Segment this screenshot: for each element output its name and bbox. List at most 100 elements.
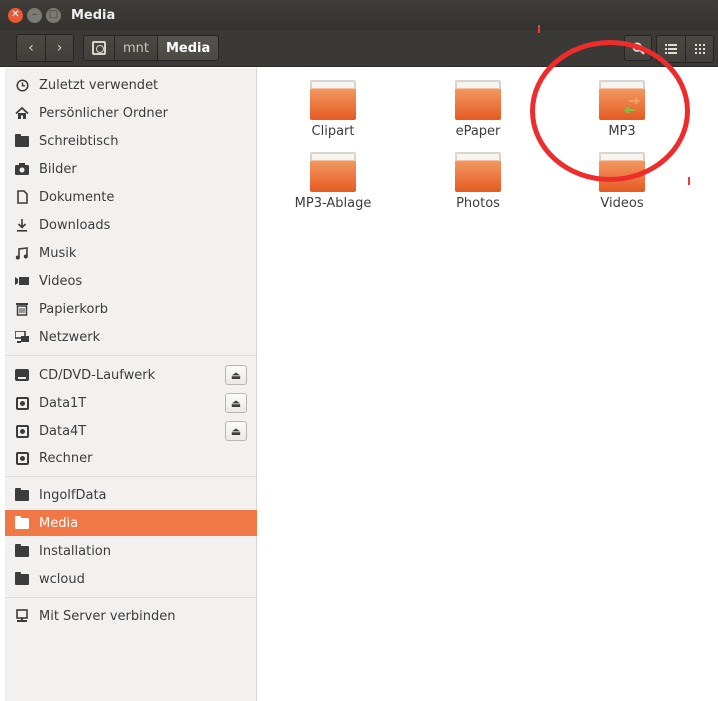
sidebar-item-label: Musik	[39, 245, 77, 261]
minimize-window-icon[interactable]: –	[27, 7, 42, 23]
sidebar-item-installation[interactable]: Installation	[5, 538, 257, 564]
sidebar-item-label: Bilder	[39, 161, 77, 177]
sidebar-item-label: Data4T	[39, 423, 87, 439]
drive-icon	[92, 41, 106, 55]
sidebar-item-computer[interactable]: Rechner	[5, 445, 257, 471]
drive-icon	[15, 396, 29, 410]
file-label: Videos	[600, 196, 644, 211]
breadcrumb: mnt Media	[83, 35, 220, 61]
sidebar-item-ingolfdata[interactable]: IngolfData	[5, 482, 257, 508]
back-button[interactable]: ‹	[17, 35, 45, 61]
eject-icon: ⏏	[230, 396, 242, 410]
folder-item-videos[interactable]: Videos	[557, 152, 687, 211]
document-icon	[15, 190, 29, 204]
sidebar-item-label: Mit Server verbinden	[39, 608, 176, 624]
sidebar-divider	[5, 476, 257, 477]
sidebar-item-label: IngolfData	[39, 487, 107, 503]
folder-item-epaper[interactable]: ePaper	[413, 80, 543, 139]
sidebar-item-wcloud[interactable]: wcloud	[5, 566, 257, 592]
folder-icon	[15, 487, 29, 502]
sidebar-item-label: Installation	[39, 543, 112, 559]
list-view-button[interactable]	[657, 36, 685, 62]
file-label: ePaper	[455, 124, 501, 139]
drive-icon	[15, 451, 29, 465]
annotation-mark	[538, 25, 540, 33]
breadcrumb-media[interactable]: Media	[157, 36, 219, 60]
view-toggle	[656, 35, 714, 63]
list-view-icon	[665, 44, 677, 54]
sidebar-item-label: Schreibtisch	[39, 133, 119, 149]
sidebar-item-network[interactable]: Netzwerk	[5, 324, 257, 350]
network-icon	[15, 330, 29, 344]
file-label: MP3	[608, 124, 636, 139]
sidebar-item-label: Downloads	[39, 217, 111, 233]
camera-icon	[15, 162, 29, 176]
sidebar-item-label: Rechner	[39, 450, 93, 466]
sidebar-item-label: Zuletzt verwendet	[39, 77, 159, 93]
folder-item-mp3-ablage[interactable]: MP3-Ablage	[268, 152, 398, 211]
sidebar-divider	[5, 597, 257, 598]
close-window-icon[interactable]: ✕	[8, 7, 23, 23]
sidebar-item-recent[interactable]: Zuletzt verwendet	[5, 72, 257, 98]
folder-icon	[15, 543, 29, 558]
navigation-buttons: ‹ ›	[16, 34, 74, 62]
sidebar-item-media[interactable]: Media	[5, 510, 257, 536]
sidebar-item-videos[interactable]: Videos	[5, 268, 257, 294]
eject-button[interactable]: ⏏	[225, 393, 247, 413]
clock-icon	[15, 78, 29, 92]
sidebar-item-label: Netzwerk	[39, 329, 101, 345]
sidebar-item-desktop[interactable]: Schreibtisch	[5, 128, 257, 154]
optical-drive-icon	[15, 368, 29, 382]
sidebar-divider	[5, 355, 257, 356]
sidebar-item-cd-dvd[interactable]: CD/DVD-Laufwerk ⏏	[5, 362, 257, 388]
sidebar-item-label: Persönlicher Ordner	[39, 105, 168, 121]
sidebar-item-trash[interactable]: Papierkorb	[5, 296, 257, 322]
chevron-left-icon: ‹	[28, 40, 34, 56]
folder-icon	[310, 80, 356, 120]
title-bar: ✕ – □ Media	[0, 0, 718, 30]
sidebar-item-label: Data1T	[39, 395, 87, 411]
sidebar-item-downloads[interactable]: Downloads	[5, 212, 257, 238]
sidebar-item-label: Dokumente	[39, 189, 115, 205]
file-label: Photos	[456, 196, 500, 211]
sidebar-item-documents[interactable]: Dokumente	[5, 184, 257, 210]
grid-view-button[interactable]	[685, 36, 713, 62]
maximize-window-icon[interactable]: □	[46, 7, 61, 23]
video-icon	[15, 274, 29, 288]
sidebar-item-music[interactable]: Musik	[5, 240, 257, 266]
sidebar-item-data4t[interactable]: Data4T ⏏	[5, 418, 257, 444]
file-label: MP3-Ablage	[294, 196, 372, 211]
folder-icon	[15, 571, 29, 586]
eject-icon: ⏏	[230, 368, 242, 382]
folder-icon	[15, 133, 29, 148]
download-icon	[15, 218, 29, 232]
breadcrumb-mnt[interactable]: mnt	[114, 36, 157, 60]
grid-view-icon	[694, 44, 705, 54]
breadcrumb-root-drive[interactable]	[84, 36, 114, 60]
search-icon	[631, 41, 645, 55]
sidebar-item-connect-server[interactable]: Mit Server verbinden	[5, 603, 257, 629]
forward-button[interactable]: ›	[45, 35, 73, 61]
sidebar-item-pictures[interactable]: Bilder	[5, 156, 257, 182]
sidebar-item-data1t[interactable]: Data1T ⏏	[5, 390, 257, 416]
folder-item-clipart[interactable]: Clipart	[268, 80, 398, 139]
sidebar-item-home[interactable]: Persönlicher Ordner	[5, 100, 257, 126]
sidebar: Zuletzt verwendet Persönlicher Ordner Sc…	[5, 68, 257, 701]
folder-icon	[455, 152, 501, 192]
symlink-arrow-icon	[623, 97, 641, 114]
toolbar: ‹ › mnt Media	[0, 30, 718, 67]
music-icon	[15, 246, 29, 260]
sidebar-item-label: wcloud	[39, 571, 85, 587]
window-title: Media	[71, 7, 116, 23]
folder-item-photos[interactable]: Photos	[413, 152, 543, 211]
eject-button[interactable]: ⏏	[225, 365, 247, 385]
folder-item-mp3[interactable]: MP3	[557, 80, 687, 139]
drive-icon	[15, 424, 29, 438]
file-label: Clipart	[311, 124, 355, 139]
eject-button[interactable]: ⏏	[225, 421, 247, 441]
folder-icon	[455, 80, 501, 120]
folder-link-icon	[599, 80, 645, 120]
search-button[interactable]	[624, 35, 652, 61]
file-view: Clipart ePaper MP3 MP3-Ablage Photos Vid…	[258, 68, 718, 701]
sidebar-item-label: CD/DVD-Laufwerk	[39, 367, 156, 383]
